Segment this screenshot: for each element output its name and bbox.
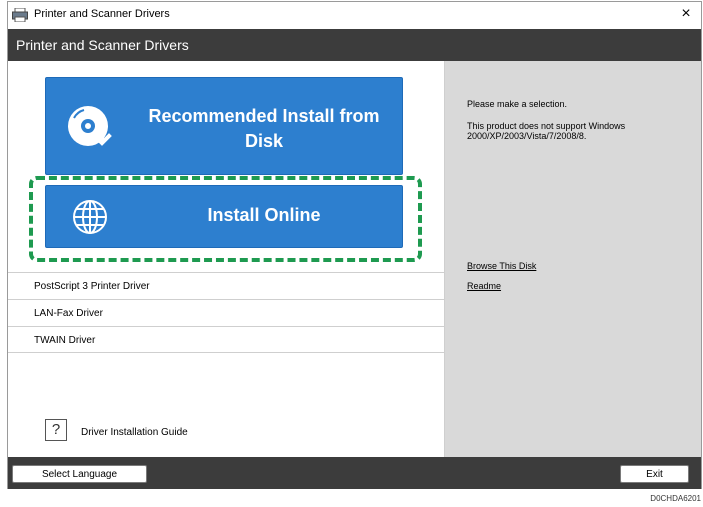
- installer-window: Printer and Scanner Drivers × Printer an…: [7, 1, 702, 489]
- list-item-lan-fax[interactable]: LAN-Fax Driver: [8, 299, 444, 326]
- recommended-label-line1: Recommended Install from: [148, 106, 380, 126]
- select-language-button[interactable]: Select Language: [12, 465, 147, 483]
- header-bar: Printer and Scanner Drivers: [8, 29, 701, 61]
- title-bar: Printer and Scanner Drivers ×: [8, 2, 701, 29]
- driver-guide-label[interactable]: Driver Installation Guide: [81, 427, 188, 438]
- left-panel: Recommended Install from Disk Install On…: [8, 61, 444, 457]
- recommended-install-button[interactable]: Recommended Install from Disk: [45, 77, 403, 175]
- globe-icon: [73, 200, 107, 234]
- window-title: Printer and Scanner Drivers: [34, 8, 170, 20]
- disc-download-icon: [68, 106, 112, 146]
- selection-prompt: Please make a selection.: [467, 99, 568, 109]
- recommended-install-label: Recommended Install from Disk: [126, 104, 402, 154]
- info-panel: Please make a selection. This product do…: [444, 61, 701, 457]
- install-online-label: Install Online: [207, 205, 321, 225]
- printer-icon: [12, 8, 28, 22]
- readme-link[interactable]: Readme: [467, 281, 501, 291]
- driver-list: PostScript 3 Printer Driver LAN-Fax Driv…: [8, 272, 444, 353]
- close-icon[interactable]: ×: [677, 5, 695, 23]
- list-item-postscript[interactable]: PostScript 3 Printer Driver: [8, 272, 444, 299]
- exit-button[interactable]: Exit: [620, 465, 689, 483]
- footer-bar: Select Language Exit: [8, 457, 701, 489]
- support-notice-line1: This product does not support Windows: [467, 121, 626, 131]
- list-item-twain[interactable]: TWAIN Driver: [8, 326, 444, 353]
- install-online-button[interactable]: Install Online: [45, 185, 403, 248]
- support-notice: This product does not support Windows 20…: [467, 121, 625, 141]
- browse-disk-link[interactable]: Browse This Disk: [467, 261, 536, 271]
- figure-code: D0CHDA6201: [650, 494, 701, 503]
- support-notice-line2: 2000/XP/2003/Vista/7/2008/8.: [467, 131, 587, 141]
- help-icon[interactable]: ?: [45, 419, 67, 441]
- recommended-label-line2: Disk: [244, 131, 284, 151]
- page-title: Printer and Scanner Drivers: [16, 37, 189, 53]
